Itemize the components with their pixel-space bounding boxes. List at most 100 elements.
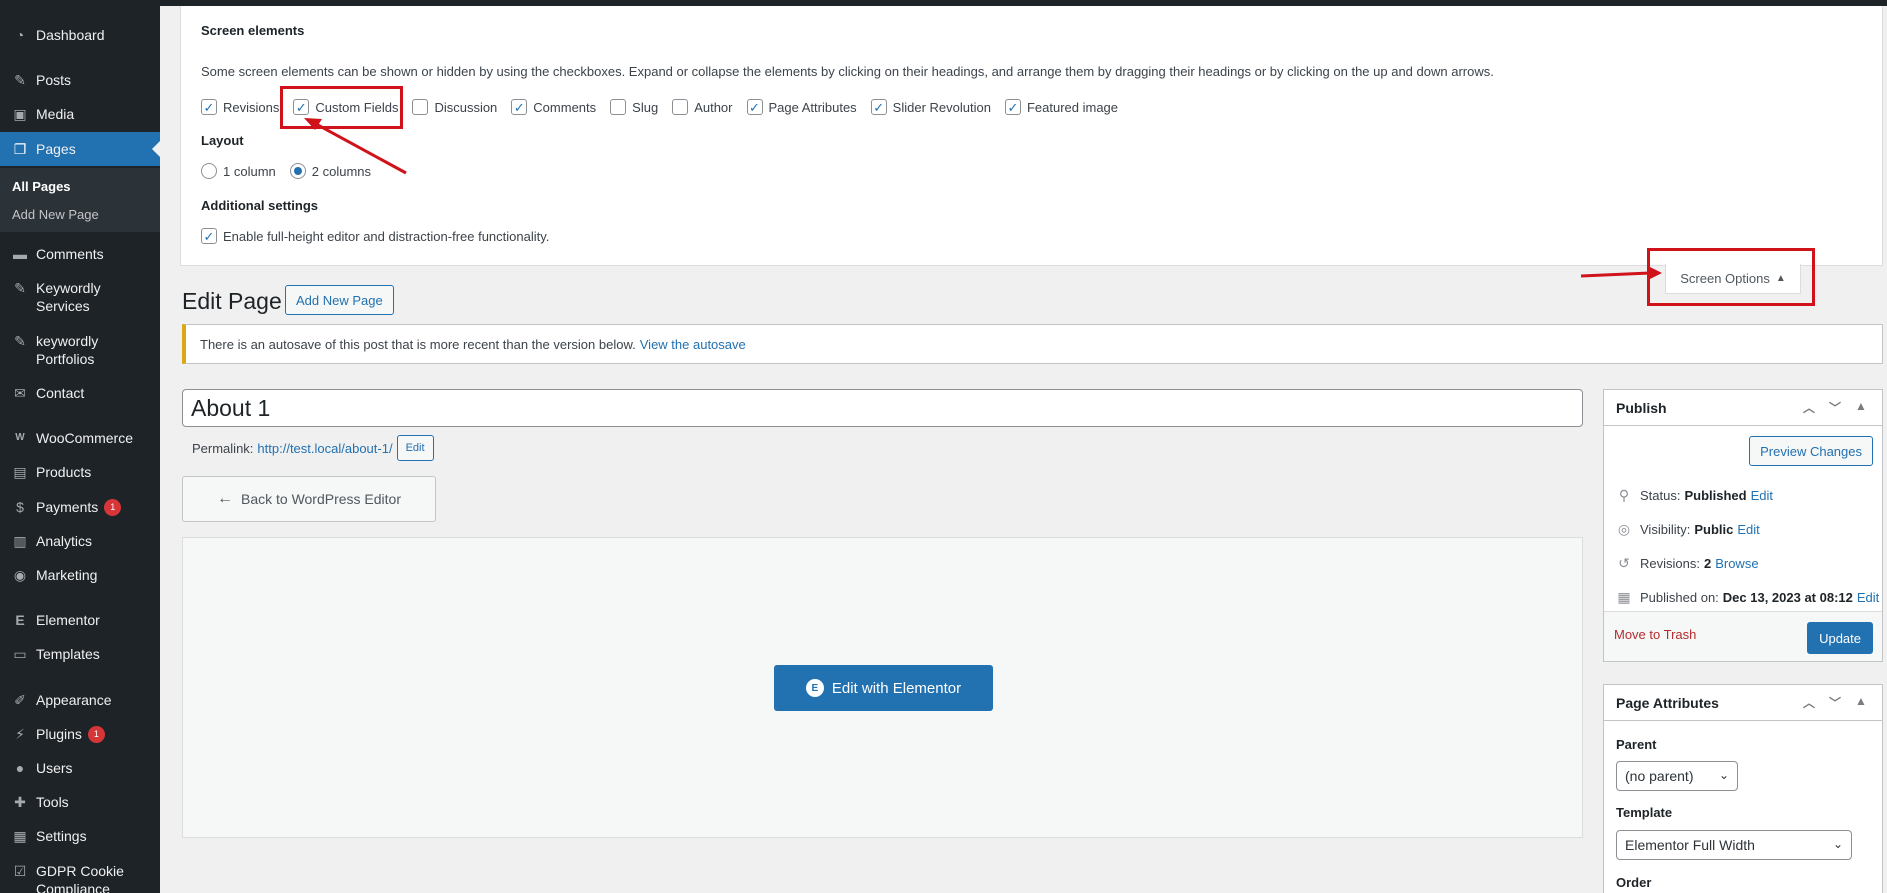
collapse-toggle-icon[interactable]: ▲ — [1848, 694, 1874, 711]
collapse-toggle-icon[interactable]: ▲ — [1848, 399, 1874, 416]
sidebar-item-woocommerce[interactable]: W WooCommerce — [0, 429, 160, 447]
visibility-edit-link[interactable]: Edit — [1737, 522, 1759, 537]
sidebar-item-label: Dashboard — [36, 27, 105, 43]
parent-select-value: (no parent) — [1625, 768, 1694, 784]
checkbox-label: Slug — [632, 99, 659, 115]
radio-unselected-icon[interactable] — [201, 163, 217, 179]
submenu-all-pages[interactable]: All Pages — [12, 179, 71, 194]
sidebar-item-products[interactable]: ▤ Products — [0, 463, 160, 481]
edit-with-elementor-button[interactable]: E Edit with Elementor — [774, 665, 993, 711]
page-title-input[interactable]: About 1 — [182, 389, 1583, 427]
pushpin-icon: ✎ — [14, 280, 26, 296]
radio-2-columns[interactable]: 2 columns — [289, 163, 371, 179]
submenu-add-new-page[interactable]: Add New Page — [12, 207, 99, 222]
checkbox-unchecked-icon[interactable] — [672, 99, 689, 115]
permalink-url-link[interactable]: http://test.local/about-1/ — [257, 441, 392, 456]
sidebar-item-gdpr[interactable]: ☑ GDPR Cookie Compliance — [0, 862, 160, 893]
sidebar-item-tools[interactable]: ✚ Tools — [0, 793, 160, 811]
permalink-edit-button[interactable]: Edit — [396, 435, 434, 461]
view-autosave-link[interactable]: View the autosave — [640, 337, 746, 352]
sidebar-item-posts[interactable]: ✎ Posts — [0, 71, 160, 89]
published-on-row: ▦ Published on: Dec 13, 2023 at 08:12 Edi… — [1614, 589, 1879, 606]
checkbox-discussion[interactable]: Discussion — [412, 99, 497, 115]
sidebar-item-users[interactable]: ● Users — [0, 759, 160, 777]
move-up-icon[interactable]: ︿ — [1796, 399, 1822, 416]
checkbox-checked-icon[interactable]: ✓ — [746, 99, 763, 115]
preview-changes-button[interactable]: Preview Changes — [1749, 436, 1873, 466]
sidebar-item-payments[interactable]: $ Payments 1 — [0, 498, 160, 516]
sidebar-item-marketing[interactable]: ◉ Marketing — [0, 566, 160, 584]
sidebar-item-contact[interactable]: ✉ Contact — [0, 384, 160, 402]
sidebar-item-label: Templates — [36, 646, 100, 662]
checkbox-unchecked-icon[interactable] — [412, 99, 429, 115]
publish-header[interactable]: Publish ︿ ﹀ ▲ — [1604, 390, 1882, 426]
checkbox-checked-icon[interactable]: ✓ — [511, 99, 528, 115]
sidebar-item-dashboard[interactable]: ◔ Dashboard — [0, 26, 160, 44]
template-select[interactable]: Elementor Full Width ⌄ — [1616, 830, 1852, 860]
sidebar-item-label: Tools — [36, 794, 69, 810]
sidebar-item-settings[interactable]: ▦ Settings — [0, 827, 160, 845]
sidebar-item-label: Products — [36, 464, 92, 480]
parent-select[interactable]: (no parent) ⌄ — [1616, 761, 1738, 791]
checkbox-slug[interactable]: Slug — [610, 99, 658, 115]
published-label: Published on: — [1640, 590, 1719, 605]
sidebar-item-label: Media — [36, 106, 75, 122]
move-to-trash-link[interactable]: Move to Trash — [1614, 627, 1696, 642]
update-count-badge: 1 — [87, 726, 105, 743]
checkbox-unchecked-icon[interactable] — [610, 99, 627, 115]
analytics-icon: ▥ — [13, 533, 27, 549]
sidebar-item-keywordly-portfolios[interactable]: ✎ keywordly Portfolios — [0, 332, 160, 368]
sidebar-item-label: Pages — [36, 141, 76, 157]
admin-sidebar: ◔ Dashboard ✎ Posts ▣ Media ❐ Pages All … — [0, 0, 160, 893]
sidebar-item-plugins[interactable]: ⚡ Plugins 1 — [0, 725, 160, 743]
sidebar-item-elementor[interactable]: E Elementor — [0, 611, 160, 629]
sidebar-item-analytics[interactable]: ▥ Analytics — [0, 532, 160, 550]
screen-elements-heading: Screen elements — [201, 23, 305, 38]
checkbox-label: Slider Revolution — [892, 99, 991, 115]
metabox-controls: ︿ ﹀ ▲ — [1796, 399, 1874, 416]
add-new-page-button[interactable]: Add New Page — [285, 285, 394, 315]
move-down-icon[interactable]: ﹀ — [1822, 694, 1848, 711]
back-to-wordpress-editor-button[interactable]: ← Back to WordPress Editor — [182, 476, 436, 522]
sidebar-item-appearance[interactable]: ✐ Appearance — [0, 691, 160, 709]
checkbox-checked-icon[interactable]: ✓ — [870, 99, 887, 115]
sidebar-item-label: Appearance — [36, 692, 112, 708]
checkbox-author[interactable]: Author — [672, 99, 733, 115]
sidebar-item-comments[interactable]: ▬ Comments — [0, 245, 160, 263]
label-line: GDPR Cookie — [36, 863, 124, 879]
page-attributes-header[interactable]: Page Attributes ︿ ﹀ ▲ — [1604, 685, 1882, 721]
checkbox-slider-revolution[interactable]: ✓ Slider Revolution — [870, 99, 991, 115]
checkbox-featured-image[interactable]: ✓ Featured image — [1004, 99, 1118, 115]
update-button[interactable]: Update — [1807, 622, 1873, 654]
checkbox-full-height-editor[interactable]: ✓ Enable full-height editor and distract… — [201, 228, 549, 244]
eye-icon: ◎ — [1617, 521, 1631, 537]
checkbox-revisions[interactable]: ✓ Revisions — [201, 99, 279, 115]
users-icon: ● — [15, 760, 25, 776]
visibility-label: Visibility: — [1640, 522, 1691, 537]
annotation-box-custom-fields — [280, 86, 403, 129]
page-title: Edit Page — [182, 288, 282, 314]
move-up-icon[interactable]: ︿ — [1796, 694, 1822, 711]
revisions-browse-link[interactable]: Browse — [1715, 556, 1758, 571]
sidebar-item-media[interactable]: ▣ Media — [0, 105, 160, 123]
radio-1-column[interactable]: 1 column — [201, 163, 276, 179]
checkbox-checked-icon[interactable]: ✓ — [201, 99, 217, 115]
pin-icon: ⚲ — [1618, 487, 1630, 503]
checkbox-checked-icon[interactable]: ✓ — [201, 228, 217, 244]
checkbox-label: Enable full-height editor and distractio… — [223, 228, 550, 244]
elementor-icon: E — [805, 679, 824, 697]
radio-selected-icon[interactable] — [289, 163, 306, 179]
sidebar-item-templates[interactable]: ▭ Templates — [0, 645, 160, 663]
published-value: Dec 13, 2023 at 08:12 — [1722, 590, 1853, 605]
checkbox-label: Revisions — [223, 99, 280, 115]
checkbox-checked-icon[interactable]: ✓ — [1004, 99, 1021, 115]
move-down-icon[interactable]: ﹀ — [1822, 399, 1848, 416]
status-edit-link[interactable]: Edit — [1751, 488, 1773, 503]
sidebar-item-pages[interactable]: ❐ Pages — [0, 132, 160, 166]
pushpin-icon: ✎ — [14, 333, 26, 349]
published-edit-link[interactable]: Edit — [1857, 590, 1879, 605]
chevron-down-icon: ⌄ — [1718, 768, 1729, 782]
checkbox-comments[interactable]: ✓ Comments — [511, 99, 596, 115]
sidebar-item-keywordly-services[interactable]: ✎ Keywordly Services — [0, 279, 160, 315]
checkbox-page-attributes[interactable]: ✓ Page Attributes — [746, 99, 857, 115]
